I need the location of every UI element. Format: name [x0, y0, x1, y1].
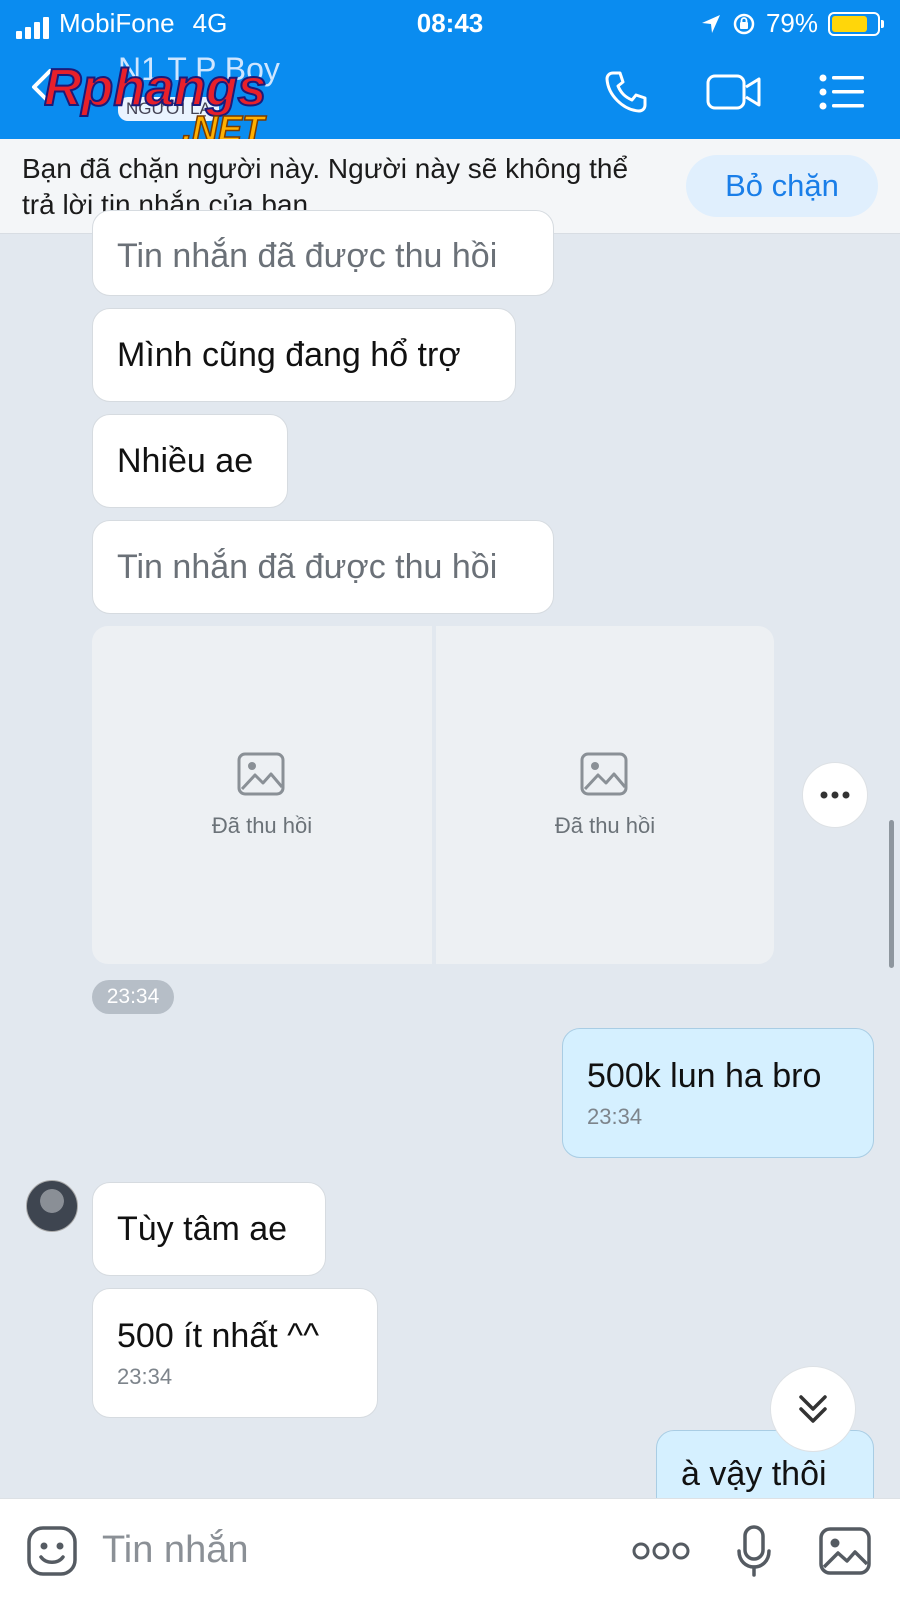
header-actions	[596, 67, 872, 117]
scrollbar[interactable]	[889, 820, 894, 968]
double-chevron-down-icon	[799, 1395, 827, 1423]
location-icon	[701, 14, 720, 33]
message-bubble[interactable]: Mình cũng đang hổ trợ	[92, 308, 516, 402]
ellipsis-icon	[820, 791, 850, 799]
watermark-logo: Rphangs .NET	[44, 58, 268, 145]
message-bubble[interactable]: 500 ít nhất ^^ 23:34	[92, 1288, 378, 1418]
scroll-to-bottom-button[interactable]	[770, 1366, 856, 1452]
emoji-icon[interactable]	[26, 1525, 78, 1582]
message-text: 500 ít nhất ^^	[117, 1316, 320, 1355]
recalled-message[interactable]: Tin nhắn đã được thu hồi	[92, 520, 554, 614]
chat-header: N1 T P Boy NGƯỜI LẠ Rphangs .NET	[0, 45, 900, 145]
menu-list-icon[interactable]	[812, 67, 872, 117]
recalled-message[interactable]: Tin nhắn đã được thu hồi	[92, 210, 554, 296]
message-time: 23:34	[117, 1363, 173, 1389]
message-bubble[interactable]: Tùy tâm ae	[92, 1182, 326, 1276]
message-time: 23:34	[587, 1103, 643, 1129]
unblock-button[interactable]: Bỏ chặn	[686, 155, 878, 217]
phone-icon[interactable]	[596, 67, 656, 117]
image-icon[interactable]	[818, 1526, 872, 1581]
image-placeholder-icon	[580, 752, 628, 796]
sent-message-bubble[interactable]: 500k lun ha bro 23:34	[562, 1028, 874, 1158]
message-input[interactable]	[102, 1525, 542, 1575]
timestamp-badge: 23:34	[92, 980, 174, 1014]
battery-icon	[828, 11, 884, 36]
recalled-image[interactable]: Đã thu hồi	[436, 626, 774, 964]
input-bar	[0, 1498, 900, 1600]
message-bubble[interactable]: Nhiều ae	[92, 414, 288, 508]
avatar[interactable]	[26, 1180, 78, 1232]
status-right: 79%	[700, 8, 884, 39]
image-placeholder-icon	[237, 752, 285, 796]
input-actions	[632, 1525, 872, 1582]
sent-message-text: 500k lun ha bro	[587, 1056, 822, 1095]
more-options-icon[interactable]	[632, 1540, 690, 1567]
microphone-icon[interactable]	[736, 1525, 772, 1582]
status-bar: MobiFone 4G 08:43 79%	[0, 0, 900, 45]
rotation-lock-icon	[733, 13, 755, 34]
more-options-button[interactable]	[802, 762, 868, 828]
recalled-image-label: Đã thu hồi	[211, 813, 313, 838]
battery-percent: 79%	[765, 8, 818, 38]
recalled-image[interactable]: Đã thu hồi	[92, 626, 432, 964]
recalled-image-label: Đã thu hồi	[554, 813, 656, 838]
video-camera-icon[interactable]	[704, 67, 764, 117]
